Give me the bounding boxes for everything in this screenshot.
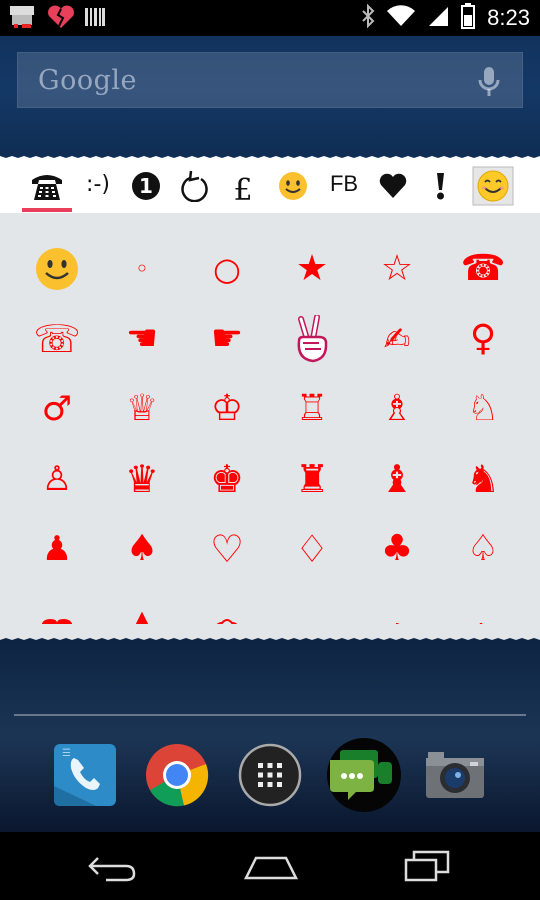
symbol-female-sign[interactable]: ♀	[440, 304, 526, 374]
mic-icon[interactable]	[478, 66, 500, 102]
smiley-button-icon	[472, 166, 514, 210]
back-icon[interactable]	[86, 846, 138, 890]
tab-smiley[interactable]	[272, 163, 314, 213]
symbol-black-rook[interactable]: ♜	[269, 444, 355, 514]
hangouts-icon[interactable]	[326, 736, 402, 814]
symbol-white-pawn[interactable]: ♙	[14, 444, 100, 514]
google-logo-text: Google	[38, 65, 137, 96]
svg-text:☰: ☰	[62, 748, 71, 759]
symbol-black-spade[interactable]: ♠	[99, 514, 185, 584]
symbol-partial-6[interactable]	[440, 584, 526, 624]
symbol-writing-hand[interactable]: ✍	[354, 304, 440, 374]
symbol-black-queen[interactable]: ♛	[99, 444, 185, 514]
panel-bottom-edge	[0, 632, 540, 640]
dock-divider	[14, 714, 526, 716]
home-icon[interactable]	[242, 846, 300, 890]
symbol-black-star[interactable]: ★	[269, 234, 355, 304]
wifi-icon	[387, 5, 416, 31]
symbol-black-telephone[interactable]: ☎	[440, 234, 526, 304]
barcode-icon	[84, 5, 106, 33]
symbol-male-sign[interactable]: ♂	[14, 374, 100, 444]
tab-heart[interactable]	[372, 163, 414, 213]
fb-text: FB	[329, 171, 359, 196]
navigation-bar	[0, 832, 540, 900]
symbol-white-telephone[interactable]: ☏	[14, 304, 100, 374]
symbol-point-left[interactable]: ☚	[99, 304, 185, 374]
symbol-grid: ◦ ○ ★ ☆ ☎ ☏ ☚ ☛ ✍ ♀ ♂ ♕ ♔ ♖ ♗ ♘ ♙ ♛ ♚ ♜ …	[0, 224, 540, 624]
symbol-white-spade[interactable]: ♤	[440, 514, 526, 584]
symbol-black-club[interactable]: ♣	[354, 514, 440, 584]
symbol-black-king[interactable]: ♚	[184, 444, 270, 514]
symbol-white-king[interactable]: ♔	[184, 374, 270, 444]
camera-icon[interactable]	[422, 742, 488, 808]
pound-icon: £	[233, 172, 253, 208]
selected-tab-indicator	[22, 208, 72, 212]
symbol-white-knight[interactable]: ♘	[440, 374, 526, 444]
tab-number[interactable]: 1	[126, 163, 166, 213]
notification-icon	[8, 4, 38, 34]
circle-arrow-icon	[179, 170, 209, 206]
symbol-white-queen[interactable]: ♕	[99, 374, 185, 444]
recents-icon[interactable]	[402, 846, 452, 890]
symbol-point-right[interactable]: ☛	[184, 304, 270, 374]
status-bar: 8:23	[0, 0, 540, 36]
symbol-partial-2[interactable]: ▲	[99, 584, 185, 624]
symbol-smiley[interactable]	[14, 234, 100, 304]
symbol-black-pawn[interactable]: ♟	[14, 514, 100, 584]
signal-icon	[427, 5, 449, 31]
tab-currency[interactable]: £	[222, 163, 264, 213]
phone-app-icon[interactable]: ☰	[52, 742, 118, 808]
symbol-white-rook[interactable]: ♖	[269, 374, 355, 444]
emoticon-text: :-)	[86, 171, 110, 197]
tab-fb[interactable]: FB	[322, 163, 366, 213]
symbol-victory-hand[interactable]	[269, 304, 355, 374]
telephone-icon	[29, 170, 65, 206]
clock: 8:23	[487, 5, 530, 30]
symbol-white-bishop[interactable]: ♗	[354, 374, 440, 444]
heart-icon	[379, 173, 407, 203]
tab-exclaim[interactable]	[420, 163, 460, 213]
symbol-partial-5[interactable]	[354, 584, 440, 624]
tab-arrow[interactable]	[174, 163, 214, 213]
exclamation-icon	[433, 171, 447, 205]
tab-emoticon[interactable]: :-)	[78, 163, 118, 213]
smiley-icon	[278, 171, 308, 205]
symbol-partial-4[interactable]	[269, 584, 355, 624]
tab-phone[interactable]	[20, 163, 74, 213]
battery-icon	[461, 3, 476, 33]
google-search-bar[interactable]: Google	[17, 52, 523, 108]
symbol-white-bullet[interactable]: ◦	[99, 234, 185, 304]
app-drawer-icon[interactable]	[237, 742, 303, 808]
chrome-icon[interactable]	[144, 742, 210, 808]
symbol-black-bishop[interactable]: ♝	[354, 444, 440, 514]
tab-settings[interactable]	[470, 163, 516, 213]
symbol-white-circle[interactable]: ○	[184, 234, 270, 304]
svg-text:1: 1	[139, 174, 153, 198]
symbol-partial-3[interactable]	[184, 584, 270, 624]
symbol-category-tabs: :-) 1 £ FB	[0, 163, 540, 213]
number-one-icon: 1	[131, 171, 161, 205]
bluetooth-icon	[361, 3, 375, 32]
symbol-black-knight[interactable]: ♞	[440, 444, 526, 514]
symbol-white-heart[interactable]: ♡	[184, 514, 270, 584]
symbol-white-diamond[interactable]: ♢	[269, 514, 355, 584]
broken-heart-icon	[46, 4, 76, 34]
symbol-white-star[interactable]: ☆	[354, 234, 440, 304]
symbol-partial-1[interactable]	[14, 584, 100, 624]
